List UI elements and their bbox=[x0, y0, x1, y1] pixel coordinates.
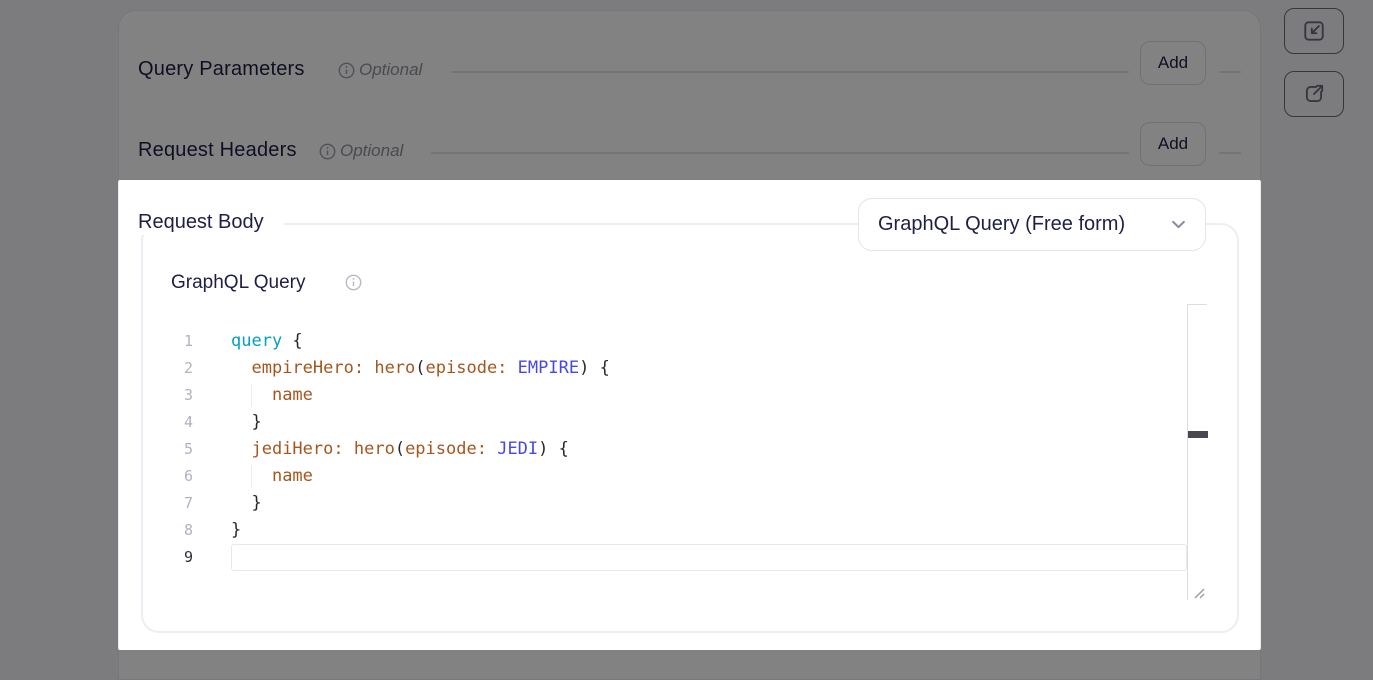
open-external-button[interactable] bbox=[1284, 71, 1344, 117]
line-number: 7 bbox=[169, 490, 193, 517]
query-parameters-label: Query Parameters bbox=[138, 58, 305, 81]
code-line[interactable]: 7 } bbox=[169, 490, 1187, 517]
external-link-icon bbox=[1302, 82, 1326, 106]
page: Query Parameters Optional Add Request He… bbox=[0, 0, 1373, 680]
code-text: name bbox=[231, 382, 1187, 409]
add-query-parameter-button[interactable]: Add bbox=[1140, 41, 1206, 85]
code-text bbox=[231, 544, 1187, 571]
code-text: empireHero: hero(episode: EMPIRE) { bbox=[231, 355, 1187, 382]
resize-grip-icon[interactable] bbox=[1191, 585, 1206, 600]
request-body-label: Request Body bbox=[134, 209, 284, 235]
shrink-editor-button[interactable] bbox=[1284, 8, 1344, 54]
line-number: 3 bbox=[169, 382, 193, 409]
code-line[interactable]: 8} bbox=[169, 517, 1187, 544]
line-number: 8 bbox=[169, 517, 193, 544]
code-text: name bbox=[231, 463, 1187, 490]
line-number: 9 bbox=[169, 544, 193, 571]
line-number: 4 bbox=[169, 409, 193, 436]
info-icon[interactable] bbox=[345, 274, 362, 291]
line-number: 2 bbox=[169, 355, 193, 382]
divider bbox=[1219, 152, 1241, 154]
info-icon[interactable] bbox=[319, 143, 336, 160]
editor-scrollbar[interactable] bbox=[1187, 304, 1207, 600]
body-type-selected-value: GraphQL Query (Free form) bbox=[878, 213, 1170, 236]
code-line[interactable]: 5 jediHero: hero(episode: JEDI) { bbox=[169, 436, 1187, 463]
code-text: } bbox=[231, 490, 1187, 517]
code-line[interactable]: 6 name bbox=[169, 463, 1187, 490]
code-line[interactable]: 3 name bbox=[169, 382, 1187, 409]
optional-badge: Optional bbox=[340, 141, 403, 161]
code-line[interactable]: 9 bbox=[169, 544, 1187, 571]
code-line[interactable]: 2 empireHero: hero(episode: EMPIRE) { bbox=[169, 355, 1187, 382]
chevron-down-icon bbox=[1170, 216, 1187, 233]
add-request-header-button[interactable]: Add bbox=[1140, 122, 1206, 166]
body-type-select[interactable]: GraphQL Query (Free form) bbox=[858, 198, 1206, 251]
graphql-query-label: GraphQL Query bbox=[171, 272, 305, 294]
code-text: } bbox=[231, 517, 1187, 544]
indent-guide bbox=[251, 465, 252, 488]
code-text: query { bbox=[231, 328, 1187, 355]
code-lines: 1query {2 empireHero: hero(episode: EMPI… bbox=[169, 328, 1187, 571]
line-number: 5 bbox=[169, 436, 193, 463]
line-number: 6 bbox=[169, 463, 193, 490]
code-text: jediHero: hero(episode: JEDI) { bbox=[231, 436, 1187, 463]
query-editor-card: Query Parameters Optional Add Request He… bbox=[118, 10, 1261, 680]
request-headers-label: Request Headers bbox=[138, 139, 297, 162]
divider bbox=[451, 71, 1129, 73]
indent-guide bbox=[251, 384, 252, 407]
code-line[interactable]: 1 query { bbox=[169, 328, 1187, 355]
graphql-code-editor[interactable]: 1query {2 empireHero: hero(episode: EMPI… bbox=[169, 304, 1207, 604]
divider bbox=[1219, 71, 1241, 73]
divider bbox=[431, 152, 1129, 154]
line-number: 1 bbox=[169, 328, 193, 355]
code-line[interactable]: 4 } bbox=[169, 409, 1187, 436]
info-icon[interactable] bbox=[338, 62, 355, 79]
arrow-in-square-icon bbox=[1302, 19, 1326, 43]
optional-badge: Optional bbox=[359, 60, 422, 80]
code-text: } bbox=[231, 409, 1187, 436]
scrollbar-thumb[interactable] bbox=[1188, 431, 1208, 438]
